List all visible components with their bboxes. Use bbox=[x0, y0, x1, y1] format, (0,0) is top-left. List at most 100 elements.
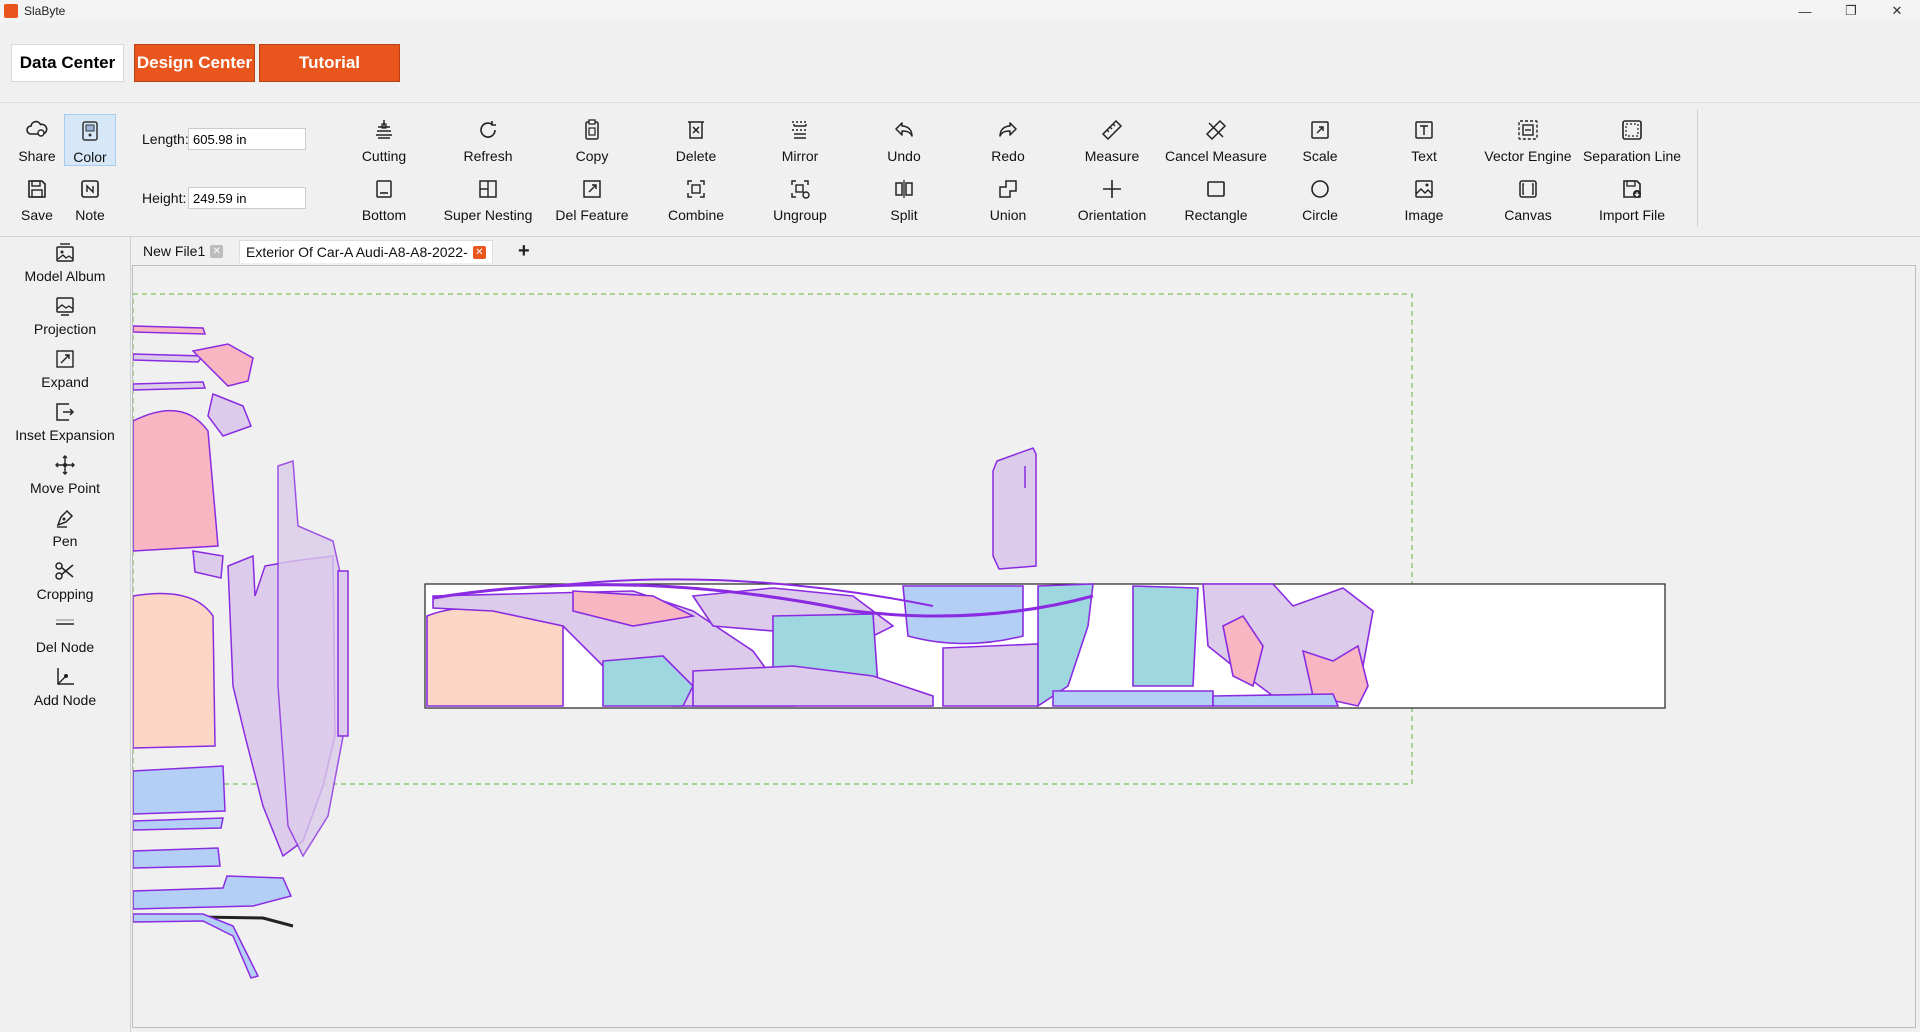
sidebar-item-inset-expansion[interactable]: Inset Expansion bbox=[0, 400, 130, 450]
orientation-button[interactable]: Orientation bbox=[1060, 173, 1164, 225]
ungroup-button[interactable]: Ungroup bbox=[748, 173, 852, 225]
del-feature-label: Del Feature bbox=[555, 207, 629, 223]
model-album-icon bbox=[56, 243, 74, 262]
sidebar-item-del-node[interactable]: Del Node bbox=[0, 612, 130, 662]
import-file-icon bbox=[1623, 180, 1641, 198]
sidebar-item-projection[interactable]: Projection bbox=[0, 294, 130, 344]
height-field-row: Height: bbox=[142, 187, 306, 209]
text-icon bbox=[1415, 121, 1433, 139]
image-label: Image bbox=[1404, 207, 1444, 223]
bottom-button[interactable]: Bottom bbox=[332, 173, 436, 225]
design-center-button[interactable]: Design Center bbox=[134, 44, 255, 82]
loose-piece bbox=[992, 447, 1037, 570]
circle-icon bbox=[1311, 180, 1329, 198]
sidebar-item-model-album[interactable]: Model Album bbox=[0, 241, 130, 291]
canvas-label: Canvas bbox=[1504, 207, 1552, 223]
minimize-button[interactable]: — bbox=[1782, 0, 1828, 22]
split-button[interactable]: Split bbox=[852, 173, 956, 225]
length-label: Length: bbox=[142, 131, 189, 147]
del-node-icon bbox=[56, 619, 74, 625]
window-title: SlaByte bbox=[24, 4, 66, 18]
sidebar-item-pen[interactable]: Pen bbox=[0, 506, 130, 556]
tutorial-button[interactable]: Tutorial bbox=[259, 44, 400, 82]
scale-button[interactable]: Scale bbox=[1268, 114, 1372, 166]
sidebar-item-add-node[interactable]: Add Node bbox=[0, 665, 130, 715]
circle-button[interactable]: Circle bbox=[1268, 173, 1372, 225]
text-button[interactable]: Text bbox=[1372, 114, 1476, 166]
data-center-button[interactable]: Data Center bbox=[11, 44, 124, 82]
save-button[interactable]: Save bbox=[11, 173, 63, 225]
sidebar-item-cropping[interactable]: Cropping bbox=[0, 559, 130, 609]
rectangle-button[interactable]: Rectangle bbox=[1164, 173, 1268, 225]
cancel-measure-button[interactable]: Cancel Measure bbox=[1164, 114, 1268, 166]
align-bottom-icon bbox=[376, 180, 392, 198]
delete-button[interactable]: Delete bbox=[644, 114, 748, 166]
close-tab-icon[interactable]: ✕ bbox=[472, 245, 486, 259]
measure-label: Measure bbox=[1084, 148, 1140, 164]
tab-label: Exterior Of Car-A Audi-A8-A8-2022- bbox=[246, 244, 468, 260]
image-icon bbox=[1415, 180, 1433, 198]
super-nesting-icon bbox=[479, 180, 497, 198]
mirror-label: Mirror bbox=[781, 148, 819, 164]
cutting-button[interactable]: Cutting bbox=[332, 114, 436, 166]
copy-clipboard-icon bbox=[585, 119, 599, 140]
super-nesting-button[interactable]: Super Nesting bbox=[436, 173, 540, 225]
del-feature-button[interactable]: Del Feature bbox=[540, 173, 644, 225]
import-file-button[interactable]: Import File bbox=[1580, 173, 1684, 225]
mirror-button[interactable]: Mirror bbox=[748, 114, 852, 166]
canvas-button[interactable]: Canvas bbox=[1476, 173, 1580, 225]
sidebar-item-expand[interactable]: Expand bbox=[0, 347, 130, 397]
del-feature-icon bbox=[583, 180, 601, 198]
design-canvas[interactable] bbox=[132, 265, 1916, 1028]
window-controls: — ❐ ✕ bbox=[1782, 0, 1920, 22]
height-label: Height: bbox=[142, 190, 187, 206]
ungroup-icon bbox=[791, 180, 810, 199]
ungroup-label: Ungroup bbox=[773, 207, 827, 223]
document-tabs: New File1 ✕ Exterior Of Car-A Audi-A8-A8… bbox=[131, 237, 1920, 265]
refresh-button[interactable]: Refresh bbox=[436, 114, 540, 166]
scissors-icon bbox=[55, 562, 74, 580]
vector-engine-icon bbox=[1518, 120, 1538, 140]
undo-arrow-icon bbox=[895, 122, 913, 137]
redo-button[interactable]: Redo bbox=[956, 114, 1060, 166]
close-button[interactable]: ✕ bbox=[1874, 0, 1920, 22]
restore-button[interactable]: ❐ bbox=[1828, 0, 1874, 22]
share-button[interactable]: Share bbox=[11, 114, 63, 166]
color-palette-icon bbox=[82, 121, 98, 141]
note-button[interactable]: Note bbox=[64, 173, 116, 225]
measure-button[interactable]: Measure bbox=[1060, 114, 1164, 166]
rectangle-icon bbox=[1207, 181, 1225, 197]
tab-exterior-of-car[interactable]: Exterior Of Car-A Audi-A8-A8-2022- ✕ bbox=[239, 240, 493, 263]
color-button[interactable]: Color bbox=[64, 114, 116, 166]
vector-engine-button[interactable]: Vector Engine bbox=[1476, 114, 1580, 166]
image-button[interactable]: Image bbox=[1372, 173, 1476, 225]
combine-icon bbox=[687, 180, 705, 198]
length-input[interactable] bbox=[188, 128, 306, 150]
combine-button[interactable]: Combine bbox=[644, 173, 748, 225]
union-button[interactable]: Union bbox=[956, 173, 1060, 225]
title-bar: SlaByte — ❐ ✕ bbox=[0, 0, 1920, 22]
share-cloud-icon bbox=[26, 120, 48, 137]
separation-line-icon bbox=[1622, 120, 1642, 140]
split-label: Split bbox=[890, 207, 918, 223]
text-label: Text bbox=[1411, 148, 1437, 164]
note-label: Note bbox=[75, 207, 105, 223]
tab-new-file1[interactable]: New File1 ✕ bbox=[137, 240, 229, 262]
close-tab-icon[interactable]: ✕ bbox=[210, 244, 224, 258]
undo-button[interactable]: Undo bbox=[852, 114, 956, 166]
pen-icon bbox=[56, 509, 74, 528]
add-tab-button[interactable]: + bbox=[518, 240, 530, 263]
copy-button[interactable]: Copy bbox=[540, 114, 644, 166]
separation-line-button[interactable]: Separation Line bbox=[1580, 114, 1684, 166]
height-input[interactable] bbox=[188, 187, 306, 209]
inset-expansion-icon bbox=[56, 403, 75, 421]
split-icon bbox=[895, 180, 913, 198]
add-node-icon bbox=[57, 668, 74, 685]
combine-label: Combine bbox=[667, 207, 725, 223]
expand-label: Expand bbox=[41, 374, 89, 390]
import-file-label: Import File bbox=[1598, 207, 1666, 223]
inset-expansion-label: Inset Expansion bbox=[15, 427, 115, 443]
refresh-icon bbox=[480, 121, 496, 138]
sidebar-item-move-point[interactable]: Move Point bbox=[0, 453, 130, 503]
toolbar: Share Color Save Note Length: Height: Cu… bbox=[0, 103, 1920, 237]
